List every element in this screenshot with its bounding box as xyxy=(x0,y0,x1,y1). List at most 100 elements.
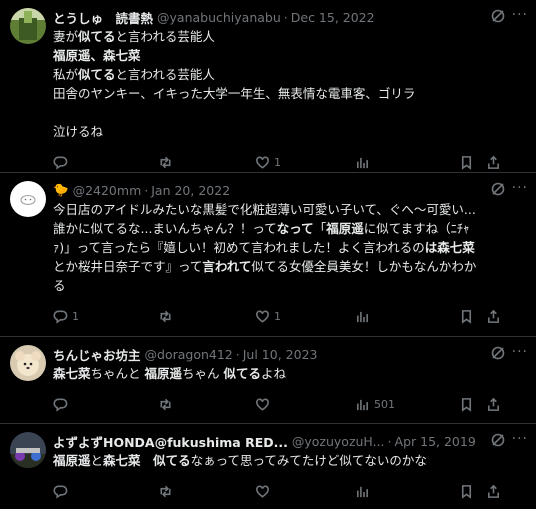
more-icon[interactable]: ··· xyxy=(512,344,528,360)
bookmark-icon xyxy=(461,309,472,324)
grok-icon[interactable] xyxy=(490,181,506,197)
like-button[interactable]: 1 xyxy=(255,155,355,170)
text-segment: と xyxy=(90,453,104,468)
highlighted-keyword: 福原遥、森七菜 xyxy=(53,48,141,63)
grok-icon[interactable] xyxy=(490,345,506,361)
tweet-date[interactable]: Jan 20, 2022 xyxy=(151,183,230,198)
highlighted-keyword: 森七菜 xyxy=(103,453,141,468)
share-button[interactable] xyxy=(486,484,501,499)
tweet[interactable]: とうしゅ 読書熱 @yanabuchiyanabu · Dec 15, 2022… xyxy=(0,0,536,173)
avatar[interactable] xyxy=(10,345,46,381)
text-segment: 泣けるね xyxy=(53,124,104,139)
grok-icon[interactable] xyxy=(490,8,506,24)
views-icon xyxy=(357,311,368,322)
bookmark-icon xyxy=(461,397,472,412)
share-icon xyxy=(488,155,499,169)
more-icon[interactable]: ··· xyxy=(512,431,528,447)
views-button[interactable] xyxy=(355,309,459,324)
retweet-button[interactable] xyxy=(158,155,255,170)
views-button[interactable] xyxy=(355,155,459,170)
tweet-text-line: 妻が似てると言われる芸能人 xyxy=(53,27,526,46)
bookmark-button[interactable] xyxy=(459,309,486,324)
avatar[interactable] xyxy=(10,8,46,44)
retweet-button[interactable] xyxy=(158,397,255,412)
tweet-text: 妻が似てると言われる芸能人 福原遥、森七菜 私が似てると言われる芸能人 田舎のヤンキー… xyxy=(53,27,526,141)
retweet-icon xyxy=(160,156,171,168)
text-segment: よね xyxy=(261,366,287,381)
more-icon[interactable]: ··· xyxy=(512,7,528,23)
bookmark-icon xyxy=(461,155,472,170)
highlighted-keyword: 似てる xyxy=(223,366,262,381)
like-button[interactable] xyxy=(255,484,355,499)
author-handle[interactable]: @yanabuchiyanabu xyxy=(157,10,281,25)
retweet-icon xyxy=(160,485,171,497)
bookmark-button[interactable] xyxy=(459,484,486,499)
share-button[interactable] xyxy=(486,309,501,324)
highlighted-keyword: 似てる xyxy=(153,453,191,468)
tweet-date[interactable]: Dec 15, 2022 xyxy=(291,10,375,25)
reply-count: 1 xyxy=(72,309,79,323)
tweet[interactable]: よずよずHONDA@fukushima RED... @yozuyozuH...… xyxy=(0,424,536,508)
tweet-actions: 1 1 xyxy=(53,299,526,333)
text-segment: 今日店のアイドルみたいな黒髪で化粧超薄い可愛い子いて、ぐへ〜可愛い... xyxy=(53,202,476,217)
avatar[interactable] xyxy=(10,181,46,217)
text-segment: 「 xyxy=(313,221,327,236)
tweet-text-line: とか桜井日奈子です』って言われて似てる女優全員美女！しかもなんかわか xyxy=(53,257,526,276)
author-name[interactable]: よずよずHONDA@fukushima RED... xyxy=(53,432,288,451)
share-icon xyxy=(488,309,499,323)
views-icon xyxy=(357,157,368,168)
retweet-button[interactable] xyxy=(158,484,255,499)
more-icon[interactable]: ··· xyxy=(512,180,528,196)
heart-icon xyxy=(256,310,269,323)
author-name[interactable]: とうしゅ 読書熱 xyxy=(53,8,153,27)
highlighted-keyword: 似てる xyxy=(78,29,116,44)
tweet-text: 今日店のアイドルみたいな黒髪で化粧超薄い可愛い子いて、ぐへ〜可愛い... 誰かに似… xyxy=(53,200,526,295)
separator-dot: · xyxy=(235,346,240,362)
tweet[interactable]: ちんじゃお坊主 @doragon412 · Jul 10, 2023 ··· 森… xyxy=(0,337,536,424)
highlighted-keyword: 福原遥 xyxy=(53,453,91,468)
views-count: 501 xyxy=(374,397,395,411)
share-button[interactable] xyxy=(486,397,501,412)
views-button[interactable] xyxy=(355,484,459,499)
tweet-text-line: 田舎のヤンキー、イキった大学一年生、無表情な電車客、ゴリラ xyxy=(53,84,526,103)
author-handle[interactable]: @2420mm xyxy=(73,183,142,198)
tweet-text-line xyxy=(53,103,526,122)
bookmark-button[interactable] xyxy=(459,397,486,412)
like-button[interactable] xyxy=(255,397,355,412)
text-segment: 誰かに似てるな...まいんちゃん？！って xyxy=(53,221,277,236)
heart-icon xyxy=(256,398,269,411)
like-button[interactable]: 1 xyxy=(255,309,355,324)
reply-button[interactable]: 1 xyxy=(53,309,158,324)
tweet-date[interactable]: Apr 15, 2019 xyxy=(395,434,476,449)
tweet[interactable]: 🐤 @2420mm · Jan 20, 2022 ··· 今日店のアイドルみたい… xyxy=(0,173,536,337)
tweet-text: 森七菜ちゃんと 福原遥ちゃん 似てるよね xyxy=(53,364,526,383)
highlighted-keyword: 言われて xyxy=(202,259,252,274)
tweet-text-line: る xyxy=(53,276,526,295)
author-name[interactable]: ちんじゃお坊主 xyxy=(53,345,141,364)
tweet-text-line: 今日店のアイドルみたいな黒髪で化粧超薄い可愛い子いて、ぐへ〜可愛い... xyxy=(53,200,526,219)
text-segment: と言われる芸能人 xyxy=(115,67,215,82)
reply-button[interactable] xyxy=(53,397,158,412)
text-segment: と言われる芸能人 xyxy=(115,29,215,44)
author-name[interactable]: 🐤 xyxy=(53,182,69,198)
reply-button[interactable] xyxy=(53,484,158,499)
grok-icon[interactable] xyxy=(490,432,506,448)
reply-icon xyxy=(53,310,68,324)
tweet-feed: とうしゅ 読書熱 @yanabuchiyanabu · Dec 15, 2022… xyxy=(0,0,536,508)
reply-icon xyxy=(53,398,68,412)
tweet-date[interactable]: Jul 10, 2023 xyxy=(243,347,318,362)
share-button[interactable] xyxy=(486,155,501,170)
bookmark-button[interactable] xyxy=(459,155,486,170)
author-handle[interactable]: @doragon412 xyxy=(145,347,233,362)
reply-button[interactable] xyxy=(53,155,158,170)
share-icon xyxy=(488,397,499,411)
author-handle[interactable]: @yozuyozuH... xyxy=(292,434,385,449)
views-button[interactable]: 501 xyxy=(355,397,459,412)
retweet-button[interactable] xyxy=(158,309,255,324)
text-segment: 私が xyxy=(53,67,79,82)
retweet-icon xyxy=(160,398,171,410)
views-icon xyxy=(357,399,368,410)
bookmark-icon xyxy=(461,484,472,499)
highlighted-keyword: 似てる xyxy=(78,67,116,82)
avatar[interactable] xyxy=(10,432,46,468)
